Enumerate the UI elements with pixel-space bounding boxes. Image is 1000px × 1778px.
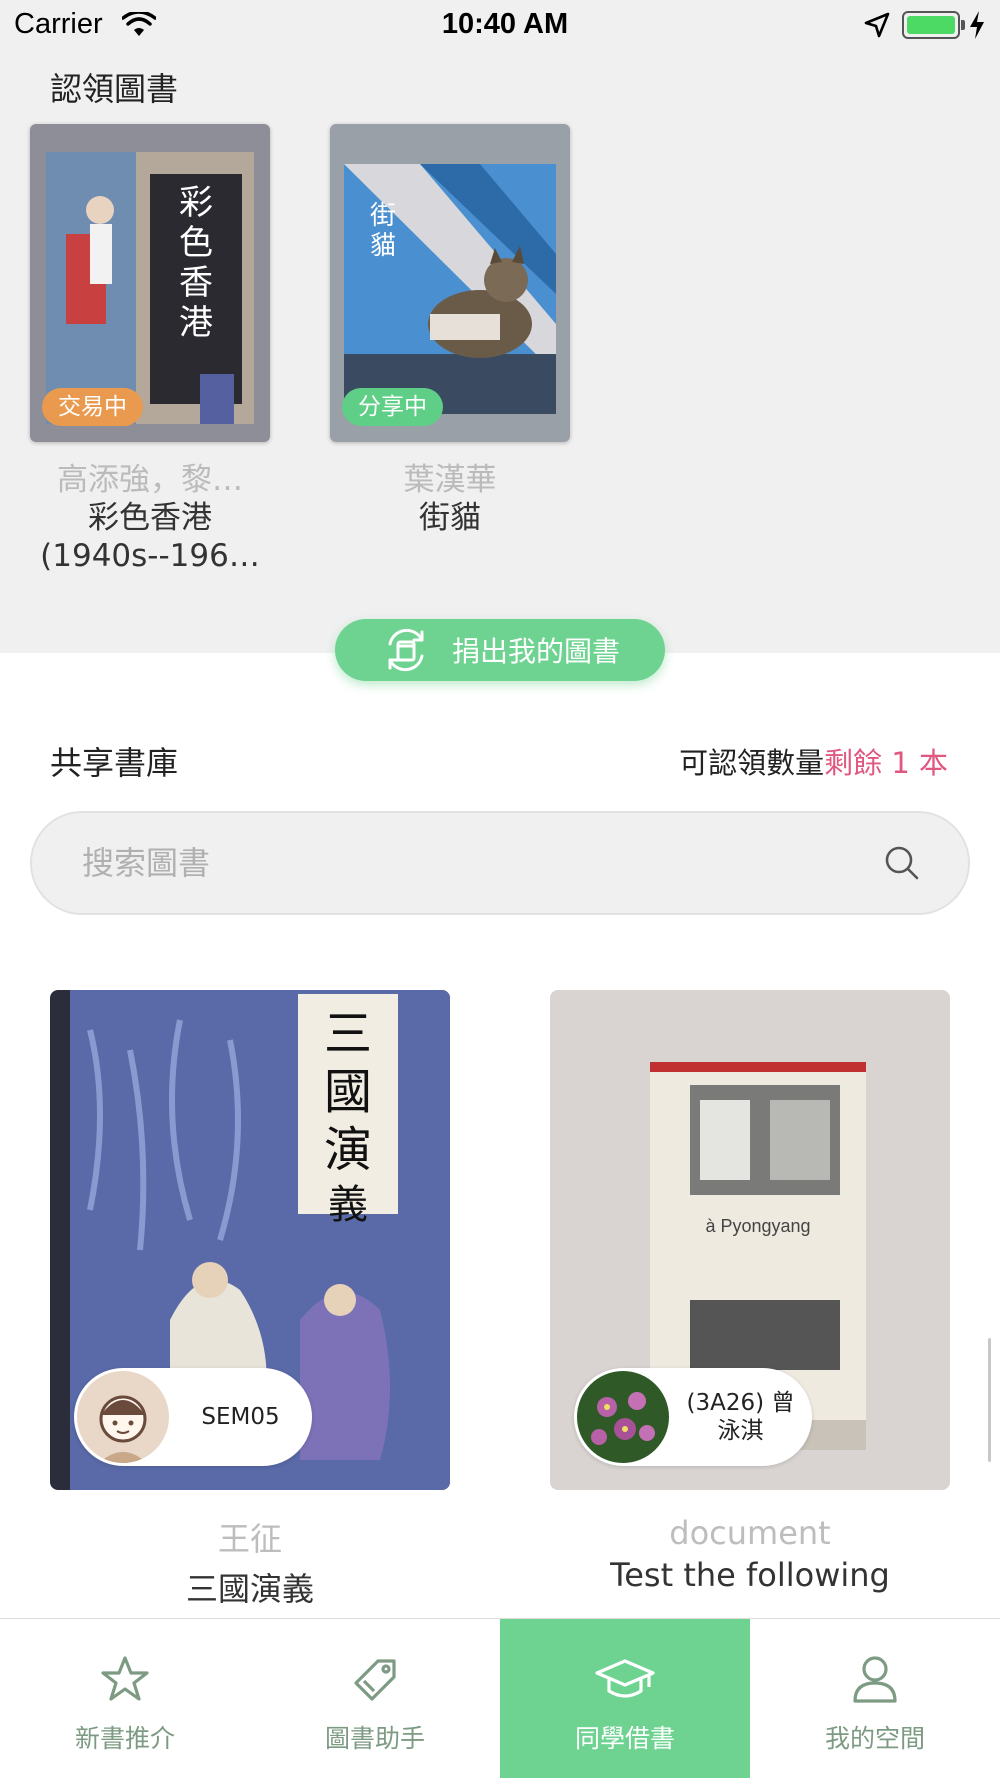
graduation-cap-icon	[595, 1655, 655, 1707]
svg-text:色: 色	[179, 223, 213, 263]
status-bar: Carrier 10:40 AM	[0, 0, 1000, 50]
book-author: document	[669, 1514, 831, 1552]
svg-text:義: 義	[328, 1182, 368, 1228]
svg-text:演: 演	[324, 1122, 372, 1178]
book-title: 彩色香港	[88, 500, 212, 536]
status-badge: 分享中	[342, 388, 443, 426]
svg-text:彩: 彩	[179, 183, 213, 223]
scrollbar[interactable]	[988, 1338, 991, 1462]
book-title: Test the following	[610, 1556, 890, 1594]
battery-nub	[961, 20, 965, 30]
claimed-books-title: 認領圖書	[50, 70, 179, 108]
claimed-book-card[interactable]: 街 貓 分享中 葉漢華 街貓	[330, 124, 570, 537]
user-icon	[852, 1655, 898, 1707]
book-author: 王征	[217, 1520, 282, 1558]
svg-text:à Pyongyang: à Pyongyang	[705, 1216, 810, 1236]
book-cover[interactable]: 三 國 演 義 SEM05	[50, 990, 450, 1490]
book-cover[interactable]: à Pyongyang (3A26) 曾泳淇	[550, 990, 950, 1490]
svg-text:香: 香	[179, 263, 213, 303]
search-icon[interactable]	[884, 845, 920, 885]
tab-book-assistant[interactable]: 圖書助手	[250, 1619, 500, 1778]
avatar	[577, 1371, 669, 1463]
book-title: 三國演義	[185, 1570, 314, 1608]
donate-button-label: 捐出我的圖書	[451, 635, 620, 668]
status-badge: 交易中	[42, 388, 143, 426]
claimed-book-card[interactable]: 彩 色 香 港 交易中 高添強，黎… 彩色香港 (1940s--196…	[30, 124, 270, 575]
svg-text:國: 國	[324, 1064, 372, 1120]
book-cover[interactable]: 街 貓 分享中	[330, 124, 570, 442]
svg-text:街: 街	[370, 201, 396, 231]
donate-book-button[interactable]: 捐出我的圖書	[335, 619, 665, 681]
tag-icon	[350, 1655, 400, 1707]
tab-label: 新書推介	[74, 1724, 175, 1753]
battery-icon	[902, 11, 960, 39]
owner-pill[interactable]: (3A26) 曾泳淇	[574, 1368, 812, 1466]
tab-bar: 新書推介 圖書助手 同學借書 我的空間	[0, 1618, 1000, 1778]
tab-label: 同學借書	[574, 1724, 675, 1753]
owner-name: SEM05	[201, 1404, 280, 1430]
tab-new-books[interactable]: 新書推介	[0, 1619, 250, 1778]
tab-borrow-books[interactable]: 同學借書	[500, 1619, 750, 1778]
tab-label: 我的空間	[824, 1724, 925, 1753]
book-title-line2: (1940s--196…	[40, 538, 260, 574]
search-input[interactable]	[82, 813, 862, 913]
charging-bolt-icon	[968, 10, 986, 44]
shared-book-card[interactable]: à Pyongyang (3A26) 曾泳淇 document Test the…	[550, 990, 950, 1594]
star-icon	[100, 1655, 150, 1707]
recycle-icon	[380, 624, 432, 676]
claimed-section: Carrier 10:40 AM 認領圖書 彩 色 香 港 交易中 高添強，黎……	[0, 0, 1000, 653]
tab-my-space[interactable]: 我的空間	[750, 1619, 1000, 1778]
svg-text:港: 港	[179, 303, 213, 343]
book-cover[interactable]: 彩 色 香 港 交易中	[30, 124, 270, 442]
book-author: 高添強，黎…	[57, 462, 243, 498]
quota-label: 可認領數量	[679, 746, 825, 780]
quota-remaining: 剩餘 1 本	[824, 746, 948, 780]
search-bar[interactable]	[30, 811, 970, 915]
owner-name: (3A26) 曾泳淇	[686, 1390, 795, 1444]
book-author: 葉漢華	[403, 462, 497, 498]
shared-library-title: 共享書庫	[50, 744, 179, 782]
owner-pill[interactable]: SEM05	[74, 1368, 312, 1466]
shared-book-card[interactable]: 三 國 演 義 SEM05 王征 三國演義	[50, 990, 450, 1610]
location-arrow-icon	[864, 12, 890, 42]
svg-text:三: 三	[324, 1006, 372, 1062]
avatar	[77, 1371, 169, 1463]
claim-quota: 可認領數量剩餘 1 本	[679, 740, 948, 782]
status-time: 10:40 AM	[441, 8, 569, 40]
book-title: 街貓	[419, 500, 481, 536]
svg-text:貓: 貓	[370, 231, 396, 261]
tab-label: 圖書助手	[324, 1724, 425, 1753]
